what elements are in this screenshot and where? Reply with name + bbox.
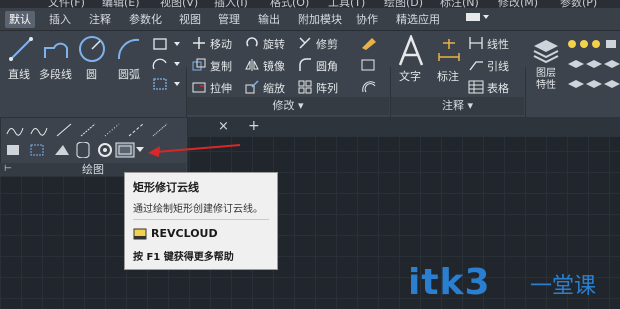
- annotation-panel-title[interactable]: 注释 ▾: [391, 97, 524, 115]
- tab-default[interactable]: 默认: [5, 11, 35, 28]
- hatch-icon[interactable]: [152, 57, 182, 71]
- chevron-down-icon[interactable]: [135, 146, 145, 154]
- dimension-label: 标注: [437, 70, 459, 83]
- spline-tools-icons[interactable]: [5, 122, 181, 138]
- menu-params[interactable]: 参数(P): [560, 0, 597, 8]
- menu-format[interactable]: 格式(O): [270, 0, 309, 8]
- copy-label[interactable]: 复制: [210, 58, 232, 74]
- document-tab-bar: × +: [186, 117, 620, 137]
- pin-icon[interactable]: ⊢: [4, 163, 12, 176]
- mirror-icon[interactable]: [245, 58, 259, 72]
- rotate-label[interactable]: 旋转: [263, 36, 285, 52]
- panel-switch-icon: [466, 13, 489, 21]
- table-label[interactable]: 表格: [487, 80, 509, 96]
- tab-view[interactable]: 视图: [175, 11, 205, 28]
- text-label: 文字: [399, 70, 421, 83]
- menu-view[interactable]: 视图(V): [160, 0, 198, 8]
- circle-label: 圆: [86, 68, 97, 81]
- ribbon-tab-bar: 默认 插入 注释 参数化 视图 管理 输出 附加模块 协作 精选应用: [0, 8, 620, 31]
- tooltip-help: 按 F1 键获得更多帮助: [133, 252, 234, 263]
- trim-label[interactable]: 修剪: [316, 36, 338, 52]
- watermark-suffix: 一堂课: [530, 274, 597, 299]
- red-arrow-annotation: [148, 144, 241, 157]
- region-tools-icons[interactable]: [5, 142, 123, 158]
- layer-properties-label: 图层 特性: [536, 68, 556, 91]
- move-icon[interactable]: [192, 36, 206, 50]
- scale-label[interactable]: 缩放: [263, 80, 285, 96]
- offset-icon[interactable]: [360, 80, 378, 94]
- tab-parametric[interactable]: 参数化: [125, 11, 166, 28]
- array-icon[interactable]: [298, 80, 312, 94]
- tab-featured[interactable]: 精选应用: [392, 11, 444, 28]
- scale-icon[interactable]: [245, 80, 259, 94]
- fillet-label[interactable]: 圆角: [316, 58, 338, 74]
- tooltip-command: REVCLOUD: [151, 227, 218, 240]
- arc-label: 圆弧: [118, 68, 140, 81]
- tab-insert[interactable]: 插入: [45, 11, 75, 28]
- move-label[interactable]: 移动: [210, 36, 232, 52]
- menu-insert[interactable]: 插入(I): [214, 0, 248, 8]
- tab-collaborate[interactable]: 协作: [352, 11, 382, 28]
- circle-icon[interactable]: [78, 35, 106, 63]
- revcloud-rectangle-button[interactable]: [115, 142, 135, 158]
- polyline-label: 多段线: [39, 68, 72, 81]
- menu-file[interactable]: 文件(F): [48, 0, 85, 8]
- tooltip-description: 通过绘制矩形创建修订云线。: [133, 204, 263, 215]
- menu-modify[interactable]: 修改(M): [498, 0, 538, 8]
- menu-draw[interactable]: 绘图(D): [384, 0, 423, 8]
- layers-icon[interactable]: [532, 36, 560, 64]
- tooltip-title: 矩形修订云线: [133, 181, 199, 194]
- menu-dimension[interactable]: 标注(N): [440, 0, 479, 8]
- table-icon[interactable]: [468, 80, 484, 94]
- trim-icon[interactable]: [298, 36, 312, 50]
- array-label[interactable]: 阵列: [316, 80, 338, 96]
- tooltip: 矩形修订云线 通过绘制矩形创建修订云线。 REVCLOUD 按 F1 键获得更多…: [124, 172, 278, 270]
- tab-output[interactable]: 输出: [254, 11, 284, 28]
- add-tab-icon[interactable]: +: [248, 118, 260, 134]
- ribbon: 直线 多段线 圆 圆弧 移动 复制 拉伸 旋转 镜像 缩放 修剪 圆角 阵列 文…: [0, 31, 620, 145]
- layer-state-icons[interactable]: [566, 36, 620, 98]
- text-icon[interactable]: [398, 35, 424, 67]
- line-label: 直线: [8, 68, 30, 81]
- tooltip-divider: [133, 219, 269, 220]
- modify-panel-title[interactable]: 修改 ▾: [187, 97, 389, 115]
- stretch-label[interactable]: 拉伸: [210, 80, 232, 96]
- explode-icon[interactable]: [360, 58, 378, 72]
- menu-bar: 文件(F) 编辑(E) 视图(V) 插入(I) 格式(O) 工具(T) 绘图(D…: [0, 0, 620, 8]
- polyline-icon[interactable]: [42, 36, 70, 62]
- line-icon[interactable]: [8, 36, 34, 62]
- close-tab-icon[interactable]: ×: [218, 119, 229, 134]
- rectangle-icon[interactable]: [152, 37, 182, 51]
- rotate-icon[interactable]: [245, 36, 259, 50]
- copy-icon[interactable]: [192, 58, 206, 72]
- fillet-icon[interactable]: [298, 58, 312, 72]
- command-icon: [133, 228, 147, 240]
- linear-dim-icon[interactable]: [468, 36, 484, 50]
- tab-extra-dropdown[interactable]: [460, 11, 494, 28]
- tab-manage[interactable]: 管理: [214, 11, 244, 28]
- draw-panel-title: 绘图: [82, 163, 104, 176]
- linear-label[interactable]: 线性: [487, 36, 509, 52]
- stretch-icon[interactable]: [192, 80, 206, 94]
- leader-icon[interactable]: [468, 58, 484, 72]
- tab-addins[interactable]: 附加模块: [294, 11, 346, 28]
- leader-label[interactable]: 引线: [487, 58, 509, 74]
- mirror-label[interactable]: 镜像: [263, 58, 285, 74]
- tab-annotate[interactable]: 注释: [85, 11, 115, 28]
- watermark-brand: itk3: [408, 262, 491, 303]
- menu-tools[interactable]: 工具(T): [328, 0, 365, 8]
- dimension-icon[interactable]: [435, 37, 463, 65]
- menu-edit[interactable]: 编辑(E): [102, 0, 140, 8]
- erase-icon[interactable]: [360, 36, 378, 50]
- boundary-icon[interactable]: [152, 77, 182, 91]
- arc-icon[interactable]: [115, 36, 143, 62]
